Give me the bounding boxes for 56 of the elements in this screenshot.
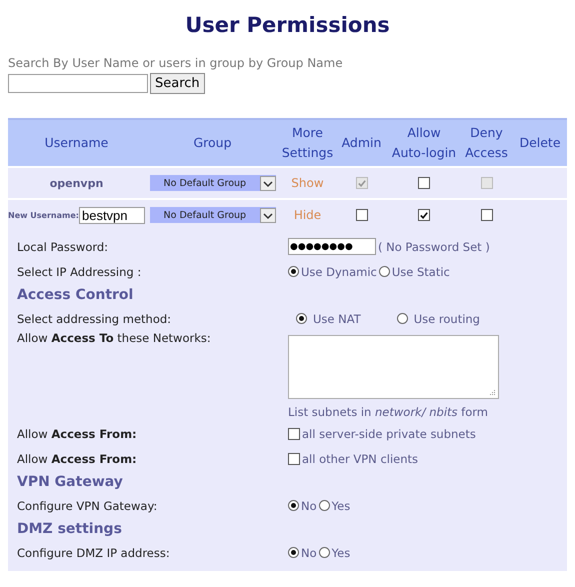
radio-label: Use NAT [313, 312, 361, 326]
column-header: Allow Auto-login [390, 124, 458, 162]
setting-label: Allow Access To these Networks: [17, 331, 212, 345]
column-header: Username [44, 134, 110, 152]
search-label: Search By User Name or users in group by Group Name [8, 55, 344, 71]
group-dropdown[interactable]: No Default Group [150, 175, 276, 191]
username-text: openvpn [50, 176, 104, 190]
checkbox[interactable] [418, 177, 430, 189]
radio-button[interactable] [288, 266, 299, 277]
radio-button[interactable] [378, 266, 390, 277]
checkbox[interactable] [356, 209, 368, 221]
checkbox[interactable] [480, 209, 492, 221]
password-note: ( No Password Set ) [378, 240, 490, 254]
new-username-label: New Username: [8, 210, 79, 220]
column-header: Admin [340, 134, 382, 152]
setting-label: Configure VPN Gateway: [17, 498, 158, 512]
radio-button[interactable] [296, 313, 307, 324]
caret-icon [260, 176, 276, 190]
radio-label: Yes [332, 546, 350, 560]
setting-label: Configure DMZ IP address: [17, 546, 171, 560]
username-field[interactable]: bestvpn [78, 206, 145, 224]
radio-button[interactable] [396, 313, 408, 324]
column-header: Deny Access [464, 124, 509, 162]
radio-label: No [301, 546, 317, 560]
section-heading: Access Control [17, 286, 134, 305]
checkbox[interactable] [288, 428, 300, 440]
caret-icon [260, 208, 276, 222]
checkbox[interactable] [288, 452, 300, 464]
radio-button[interactable] [288, 500, 299, 511]
checkbox[interactable] [418, 209, 430, 221]
column-header: Delete [518, 134, 562, 152]
radio-label: Use Dynamic [301, 264, 377, 278]
radio-label: No [301, 498, 317, 512]
column-header: More Settings [280, 124, 334, 162]
group-dropdown[interactable]: No Default Group [150, 207, 276, 223]
checkbox-label: all server-side private subnets [302, 426, 476, 440]
section-heading: VPN Gateway [17, 473, 124, 492]
password-field[interactable]: ●●●●●●●● [288, 238, 376, 255]
radio-label: Use Static [392, 264, 450, 278]
page-title: User Permissions [184, 12, 391, 39]
setting-label: Allow Access From: [17, 426, 138, 440]
column-header: Group [192, 134, 233, 152]
search-button[interactable]: Search [150, 73, 205, 94]
setting-label: Allow Access From: [17, 452, 138, 466]
section-heading: DMZ settings [17, 520, 123, 539]
setting-label: Select addressing method: [17, 312, 172, 326]
setting-label: Local Password: [17, 240, 110, 254]
setting-label: Select IP Addressing : [17, 264, 142, 278]
radio-button[interactable] [288, 547, 299, 558]
radio-label: Yes [332, 498, 350, 512]
radio-button[interactable] [318, 500, 330, 511]
search-field[interactable] [8, 74, 148, 93]
radio-label: Use routing [414, 312, 480, 326]
radio-button[interactable] [318, 547, 330, 558]
checkbox-label: all other VPN clients [302, 452, 418, 466]
hint-text: List subnets in network/ nbits form [288, 405, 489, 419]
